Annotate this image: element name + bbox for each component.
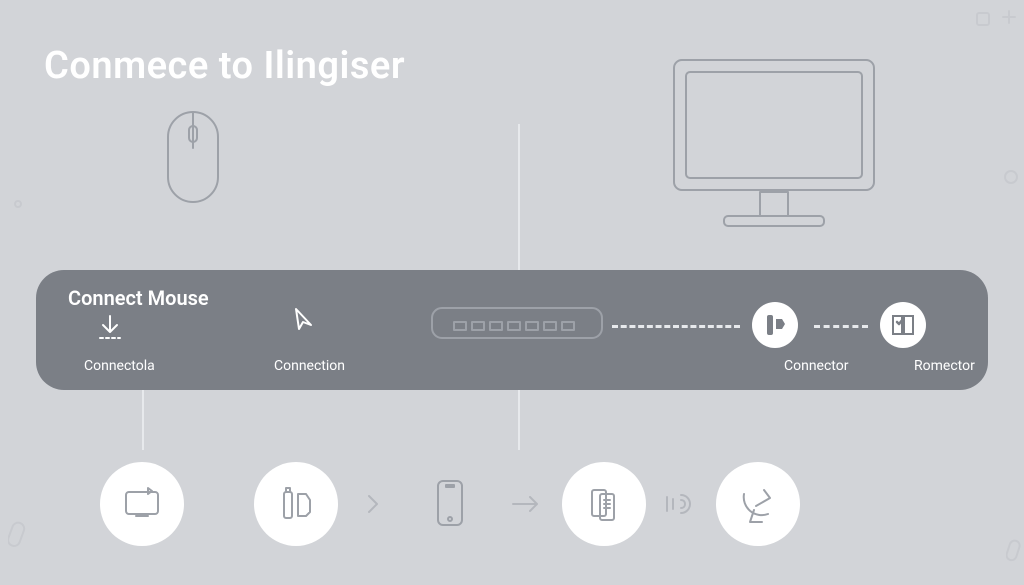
- page-title: Conmece to Ilingiser: [44, 44, 405, 88]
- connection-line: [518, 390, 520, 450]
- antenna-dish-icon: [716, 462, 800, 546]
- bar-label-romector: Romector: [914, 358, 975, 374]
- download-arrow-icon: [96, 314, 124, 346]
- decorative-square-icon: [976, 12, 990, 26]
- bar-label-connection: Connection: [274, 358, 345, 374]
- decorative-capsule-icon: [1006, 539, 1024, 565]
- bar-heading: Connect Mouse: [68, 286, 209, 310]
- bottom-step-row: [100, 454, 980, 554]
- bar-label-connectola: Connectola: [84, 358, 155, 374]
- phone-icon: [408, 462, 492, 546]
- decorative-circle-icon: [1004, 170, 1018, 184]
- dashed-connection-line: [814, 325, 868, 328]
- mouse-icon: [160, 108, 226, 208]
- chevron-right-icon: [338, 492, 408, 516]
- decorative-plus-icon: [1002, 10, 1016, 24]
- signal-waves-icon: [646, 491, 716, 517]
- arrow-right-icon: [492, 494, 562, 514]
- monitor-icon: [664, 54, 884, 244]
- display-bookmark-icon: [100, 462, 184, 546]
- connector-icon: [752, 302, 798, 348]
- connection-line: [142, 390, 144, 450]
- spacer: [184, 504, 254, 505]
- cursor-icon: [292, 306, 316, 340]
- checklist-book-icon: [880, 302, 926, 348]
- page-stack-icon: [562, 462, 646, 546]
- decorative-circle-icon: [14, 200, 22, 208]
- dashed-connection-line: [612, 325, 740, 328]
- connection-line: [518, 124, 664, 290]
- bar-label-connector: Connector: [784, 358, 848, 374]
- hub-device-icon: [430, 300, 604, 346]
- decorative-capsule-icon: [8, 521, 28, 549]
- usb-bottle-icon: [254, 462, 338, 546]
